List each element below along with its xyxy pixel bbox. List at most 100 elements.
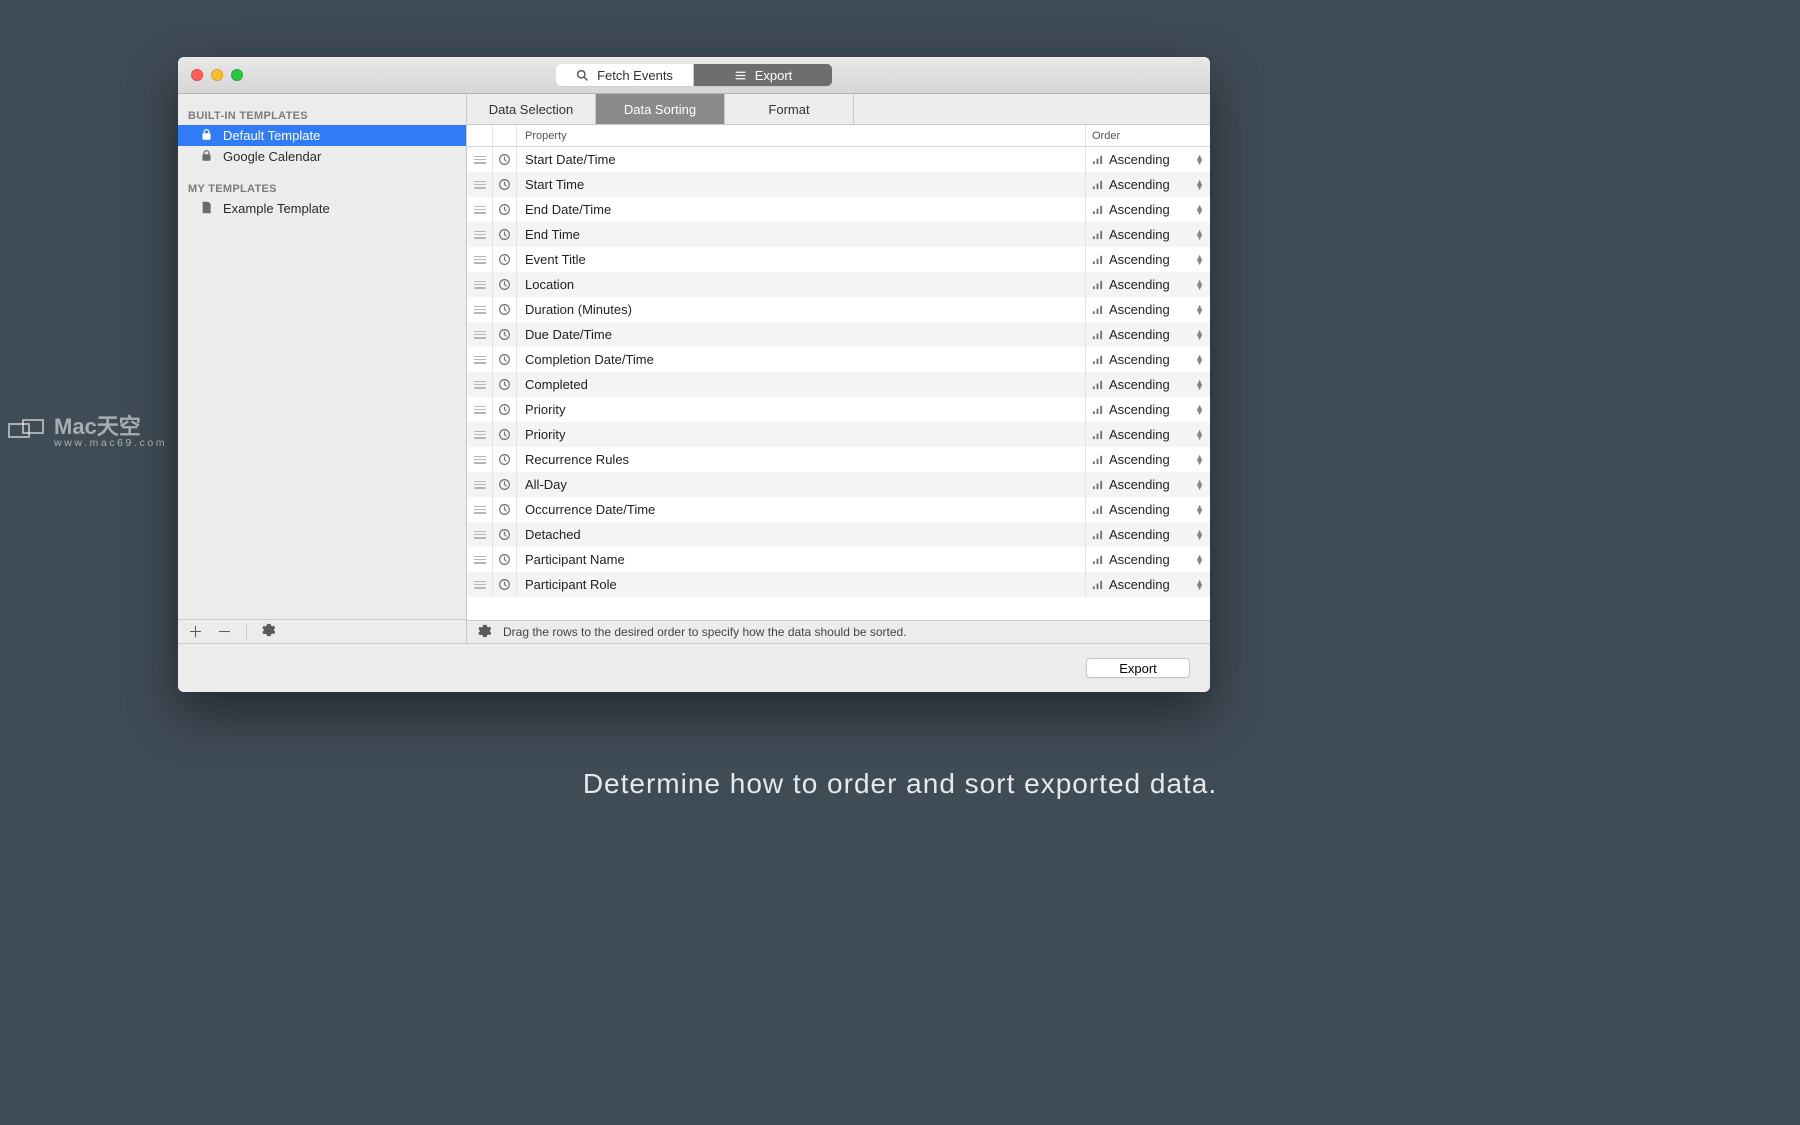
drag-handle[interactable] xyxy=(467,572,493,597)
stepper-icon[interactable]: ▲▼ xyxy=(1195,580,1204,590)
stepper-icon[interactable]: ▲▼ xyxy=(1195,455,1204,465)
stepper-icon[interactable]: ▲▼ xyxy=(1195,255,1204,265)
drag-handle[interactable] xyxy=(467,547,493,572)
stepper-icon[interactable]: ▲▼ xyxy=(1195,555,1204,565)
drag-handle[interactable] xyxy=(467,372,493,397)
stepper-icon[interactable]: ▲▼ xyxy=(1195,505,1204,515)
fetch-events-button[interactable]: Fetch Events xyxy=(556,64,694,86)
stepper-icon[interactable]: ▲▼ xyxy=(1195,305,1204,315)
drag-handle[interactable] xyxy=(467,147,493,172)
stepper-icon[interactable]: ▲▼ xyxy=(1195,430,1204,440)
ascending-icon xyxy=(1092,454,1103,465)
order-cell[interactable]: Ascending▲▼ xyxy=(1086,197,1210,222)
sidebar-footer: ＋ － xyxy=(178,619,466,643)
sidebar-item-builtin-1[interactable]: Google Calendar xyxy=(178,146,466,167)
property-cell: Start Time xyxy=(517,172,1086,197)
order-cell[interactable]: Ascending▲▼ xyxy=(1086,422,1210,447)
sidebar-item-my-0[interactable]: Example Template xyxy=(178,198,466,219)
table-row[interactable]: Due Date/TimeAscending▲▼ xyxy=(467,322,1210,347)
export-toolbar-button[interactable]: Export xyxy=(694,64,832,86)
table-row[interactable]: Start TimeAscending▲▼ xyxy=(467,172,1210,197)
table-row[interactable]: Event TitleAscending▲▼ xyxy=(467,247,1210,272)
order-cell[interactable]: Ascending▲▼ xyxy=(1086,247,1210,272)
table-row[interactable]: DetachedAscending▲▼ xyxy=(467,522,1210,547)
order-cell[interactable]: Ascending▲▼ xyxy=(1086,447,1210,472)
drag-handle[interactable] xyxy=(467,472,493,497)
table-row[interactable]: End Date/TimeAscending▲▼ xyxy=(467,197,1210,222)
ascending-icon xyxy=(1092,179,1103,190)
order-cell[interactable]: Ascending▲▼ xyxy=(1086,297,1210,322)
table-row[interactable]: Duration (Minutes)Ascending▲▼ xyxy=(467,297,1210,322)
drag-handle[interactable] xyxy=(467,497,493,522)
stepper-icon[interactable]: ▲▼ xyxy=(1195,205,1204,215)
sidebar-item-builtin-0[interactable]: Default Template xyxy=(178,125,466,146)
minimize-window-button[interactable] xyxy=(211,69,223,81)
stepper-icon[interactable]: ▲▼ xyxy=(1195,530,1204,540)
stepper-icon[interactable]: ▲▼ xyxy=(1195,280,1204,290)
order-cell[interactable]: Ascending▲▼ xyxy=(1086,222,1210,247)
drag-handle[interactable] xyxy=(467,272,493,297)
table-row[interactable]: LocationAscending▲▼ xyxy=(467,272,1210,297)
main-gear-button[interactable] xyxy=(477,624,491,641)
zoom-window-button[interactable] xyxy=(231,69,243,81)
export-button[interactable]: Export xyxy=(1086,658,1190,678)
order-cell[interactable]: Ascending▲▼ xyxy=(1086,372,1210,397)
stepper-icon[interactable]: ▲▼ xyxy=(1195,330,1204,340)
order-label: Ascending xyxy=(1109,502,1170,517)
stepper-icon[interactable]: ▲▼ xyxy=(1195,480,1204,490)
order-cell[interactable]: Ascending▲▼ xyxy=(1086,547,1210,572)
drag-handle[interactable] xyxy=(467,347,493,372)
table-row[interactable]: PriorityAscending▲▼ xyxy=(467,397,1210,422)
order-cell[interactable]: Ascending▲▼ xyxy=(1086,322,1210,347)
sort-table: Property Order Start Date/TimeAscending▲… xyxy=(467,125,1210,620)
stepper-icon[interactable]: ▲▼ xyxy=(1195,380,1204,390)
stepper-icon[interactable]: ▲▼ xyxy=(1195,180,1204,190)
drag-handle[interactable] xyxy=(467,222,493,247)
add-template-button[interactable]: ＋ xyxy=(188,621,203,642)
drag-handle[interactable] xyxy=(467,297,493,322)
order-cell[interactable]: Ascending ▲▼ xyxy=(1086,272,1210,297)
drag-handle[interactable] xyxy=(467,522,493,547)
order-cell[interactable]: Ascending▲▼ xyxy=(1086,172,1210,197)
order-cell[interactable]: Ascending ▲▼ xyxy=(1086,497,1210,522)
row-type-icon xyxy=(493,247,517,272)
sidebar: BUILT-IN TEMPLATES Default TemplateGoogl… xyxy=(178,94,467,643)
stepper-icon[interactable]: ▲▼ xyxy=(1195,405,1204,415)
drag-handle[interactable] xyxy=(467,247,493,272)
drag-handle[interactable] xyxy=(467,397,493,422)
order-cell[interactable]: Ascending▲▼ xyxy=(1086,147,1210,172)
table-row[interactable]: Start Date/TimeAscending▲▼ xyxy=(467,147,1210,172)
drag-handle[interactable] xyxy=(467,172,493,197)
row-type-icon xyxy=(493,547,517,572)
order-cell[interactable]: Ascending▲▼ xyxy=(1086,347,1210,372)
table-row[interactable]: Occurrence Date/TimeAscending▲▼ xyxy=(467,497,1210,522)
order-cell[interactable]: Ascending▲▼ xyxy=(1086,472,1210,497)
table-row[interactable]: End TimeAscending▲▼ xyxy=(467,222,1210,247)
order-cell[interactable]: Ascending▲▼ xyxy=(1086,572,1210,597)
table-row[interactable]: PriorityAscending▲▼ xyxy=(467,422,1210,447)
stepper-icon[interactable]: ▲▼ xyxy=(1195,155,1204,165)
order-cell[interactable]: Ascending▲▼ xyxy=(1086,522,1210,547)
tab-data-selection[interactable]: Data Selection xyxy=(467,94,596,124)
stepper-icon[interactable]: ▲▼ xyxy=(1195,230,1204,240)
drag-handle[interactable] xyxy=(467,322,493,347)
tab-data-sorting[interactable]: Data Sorting xyxy=(596,94,725,124)
table-row[interactable]: Participant RoleAscending▲▼ xyxy=(467,572,1210,597)
table-row[interactable]: Completion Date/TimeAscending▲▼ xyxy=(467,347,1210,372)
table-row[interactable]: Participant NameAscending▲▼ xyxy=(467,547,1210,572)
table-row[interactable]: CompletedAscending▲▼ xyxy=(467,372,1210,397)
table-row[interactable]: Recurrence RulesAscending▲▼ xyxy=(467,447,1210,472)
order-label: Ascending xyxy=(1109,277,1170,292)
stepper-icon[interactable]: ▲▼ xyxy=(1195,355,1204,365)
property-cell: Priority xyxy=(517,422,1086,447)
drag-handle[interactable] xyxy=(467,422,493,447)
order-cell[interactable]: Ascending▲▼ xyxy=(1086,397,1210,422)
close-window-button[interactable] xyxy=(191,69,203,81)
row-type-icon xyxy=(493,497,517,522)
tab-format[interactable]: Format xyxy=(725,94,854,124)
drag-handle[interactable] xyxy=(467,447,493,472)
drag-handle[interactable] xyxy=(467,197,493,222)
sidebar-gear-button[interactable] xyxy=(261,623,275,641)
table-row[interactable]: All-DayAscending▲▼ xyxy=(467,472,1210,497)
remove-template-button[interactable]: － xyxy=(217,621,232,642)
